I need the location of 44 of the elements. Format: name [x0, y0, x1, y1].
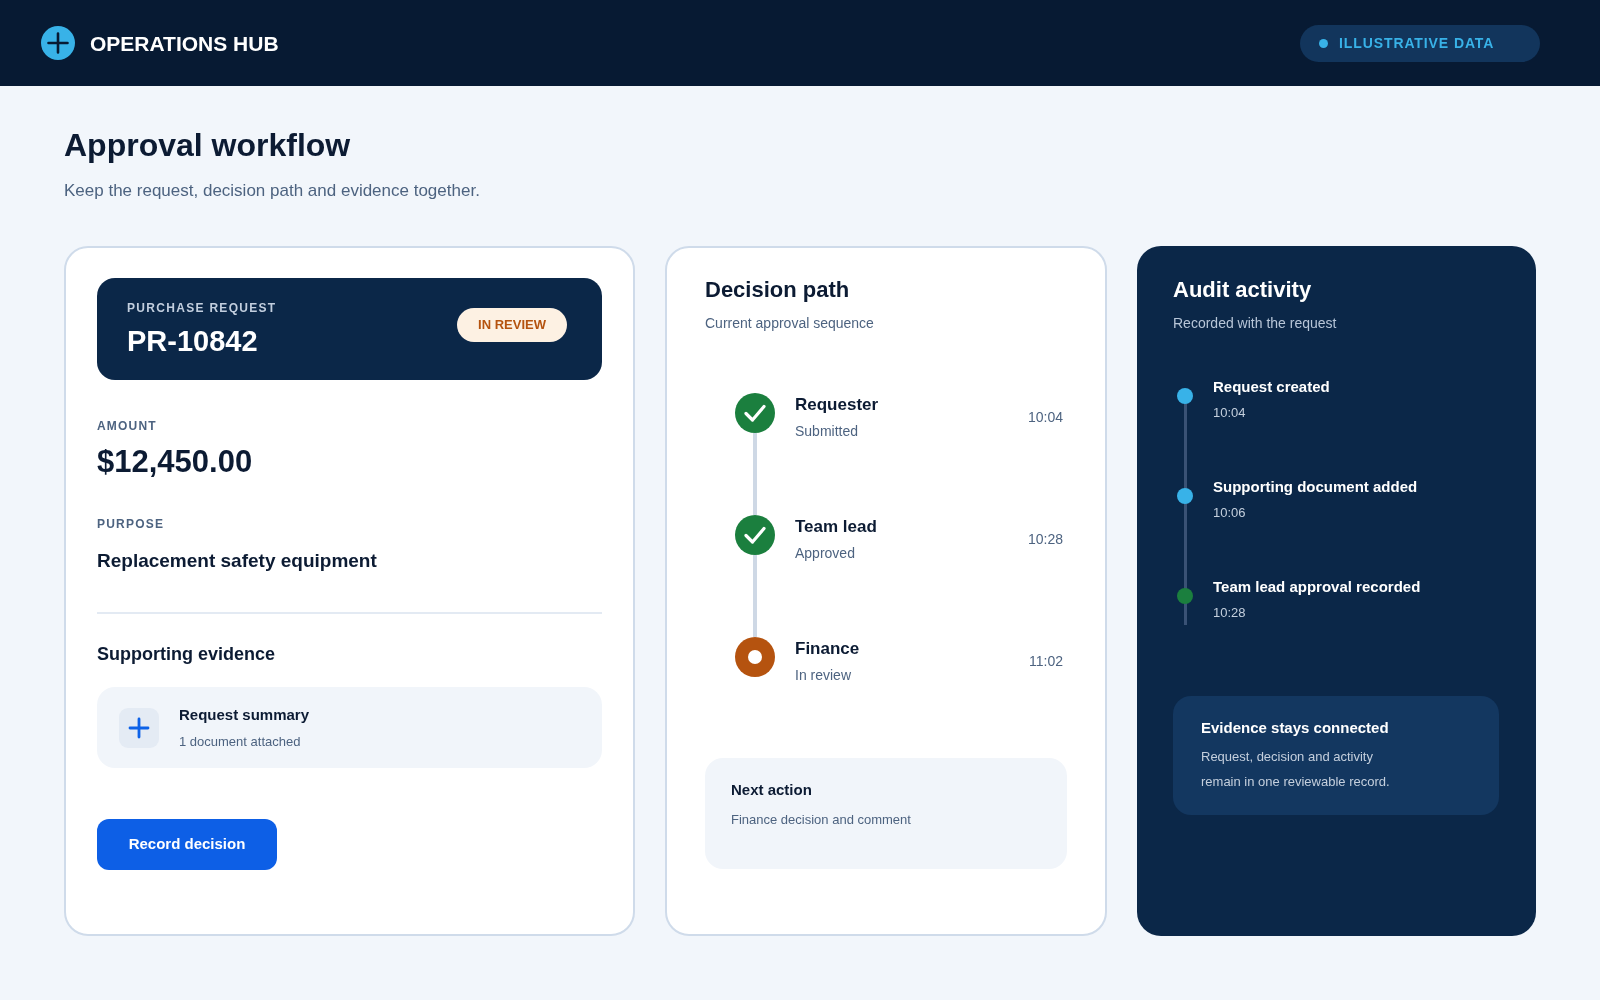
amount-value: $12,450.00	[97, 444, 254, 480]
event-time: 10:04	[1213, 404, 1247, 422]
next-action-detail: Finance decision and comment	[731, 811, 912, 829]
field-label: PURPOSE	[97, 516, 166, 532]
card-title: Decision path	[705, 276, 851, 304]
event-time: 10:28	[1213, 604, 1247, 622]
step-time: 10:04	[1027, 408, 1063, 427]
card-title: Audit activity	[1173, 276, 1313, 304]
card-subtitle: Recorded with the request	[1173, 314, 1338, 333]
check-circle-icon	[735, 393, 775, 433]
request-id: PR-10842	[127, 324, 259, 358]
step-name: Finance	[795, 638, 860, 660]
check-circle-icon	[735, 515, 775, 555]
app-title: OPERATIONS HUB	[90, 31, 279, 57]
note-body: Request, decision and activity remain in one reviewable record.	[1201, 748, 1391, 791]
evidence-detail: 1 document attached	[179, 732, 302, 751]
event-title: Team lead approval recorded	[1213, 577, 1421, 597]
event-title: Request created	[1213, 377, 1330, 397]
step-status: In review	[795, 666, 853, 685]
note-title: Evidence stays connected	[1201, 718, 1390, 738]
next-action-title: Next action	[731, 780, 813, 800]
badge-label: ILLUSTRATIVE DATA	[1339, 34, 1495, 52]
plus-icon	[119, 707, 159, 748]
step-time: 10:28	[1027, 530, 1063, 549]
page-subtitle: Keep the request, decision path and evidence together.	[64, 180, 481, 202]
card-subtitle: Current approval sequence	[705, 314, 875, 333]
event-time: 10:06	[1213, 504, 1247, 522]
section-heading: Supporting evidence	[97, 643, 277, 666]
request-label: PURCHASE REQUEST	[127, 300, 277, 316]
step-name: Team lead	[795, 516, 877, 538]
step-time: 11:02	[1029, 652, 1063, 671]
step-name: Requester	[795, 394, 879, 416]
field-label: AMOUNT	[97, 418, 158, 434]
evidence-item[interactable]: Request summary 1 document attached	[97, 687, 602, 768]
event-title: Supporting document added	[1213, 477, 1418, 497]
page-title: Approval workflow	[64, 126, 352, 165]
record-decision-button[interactable]: Record decision	[97, 819, 277, 870]
status-badge: IN REVIEW	[457, 308, 567, 342]
ring-icon	[735, 637, 775, 677]
step-status: Approved	[795, 544, 856, 563]
field-value: Replacement safety equipment	[97, 549, 378, 573]
step-status: Submitted	[795, 422, 860, 441]
evidence-title: Request summary	[179, 704, 310, 725]
plus-circle-logo-icon	[41, 26, 75, 60]
